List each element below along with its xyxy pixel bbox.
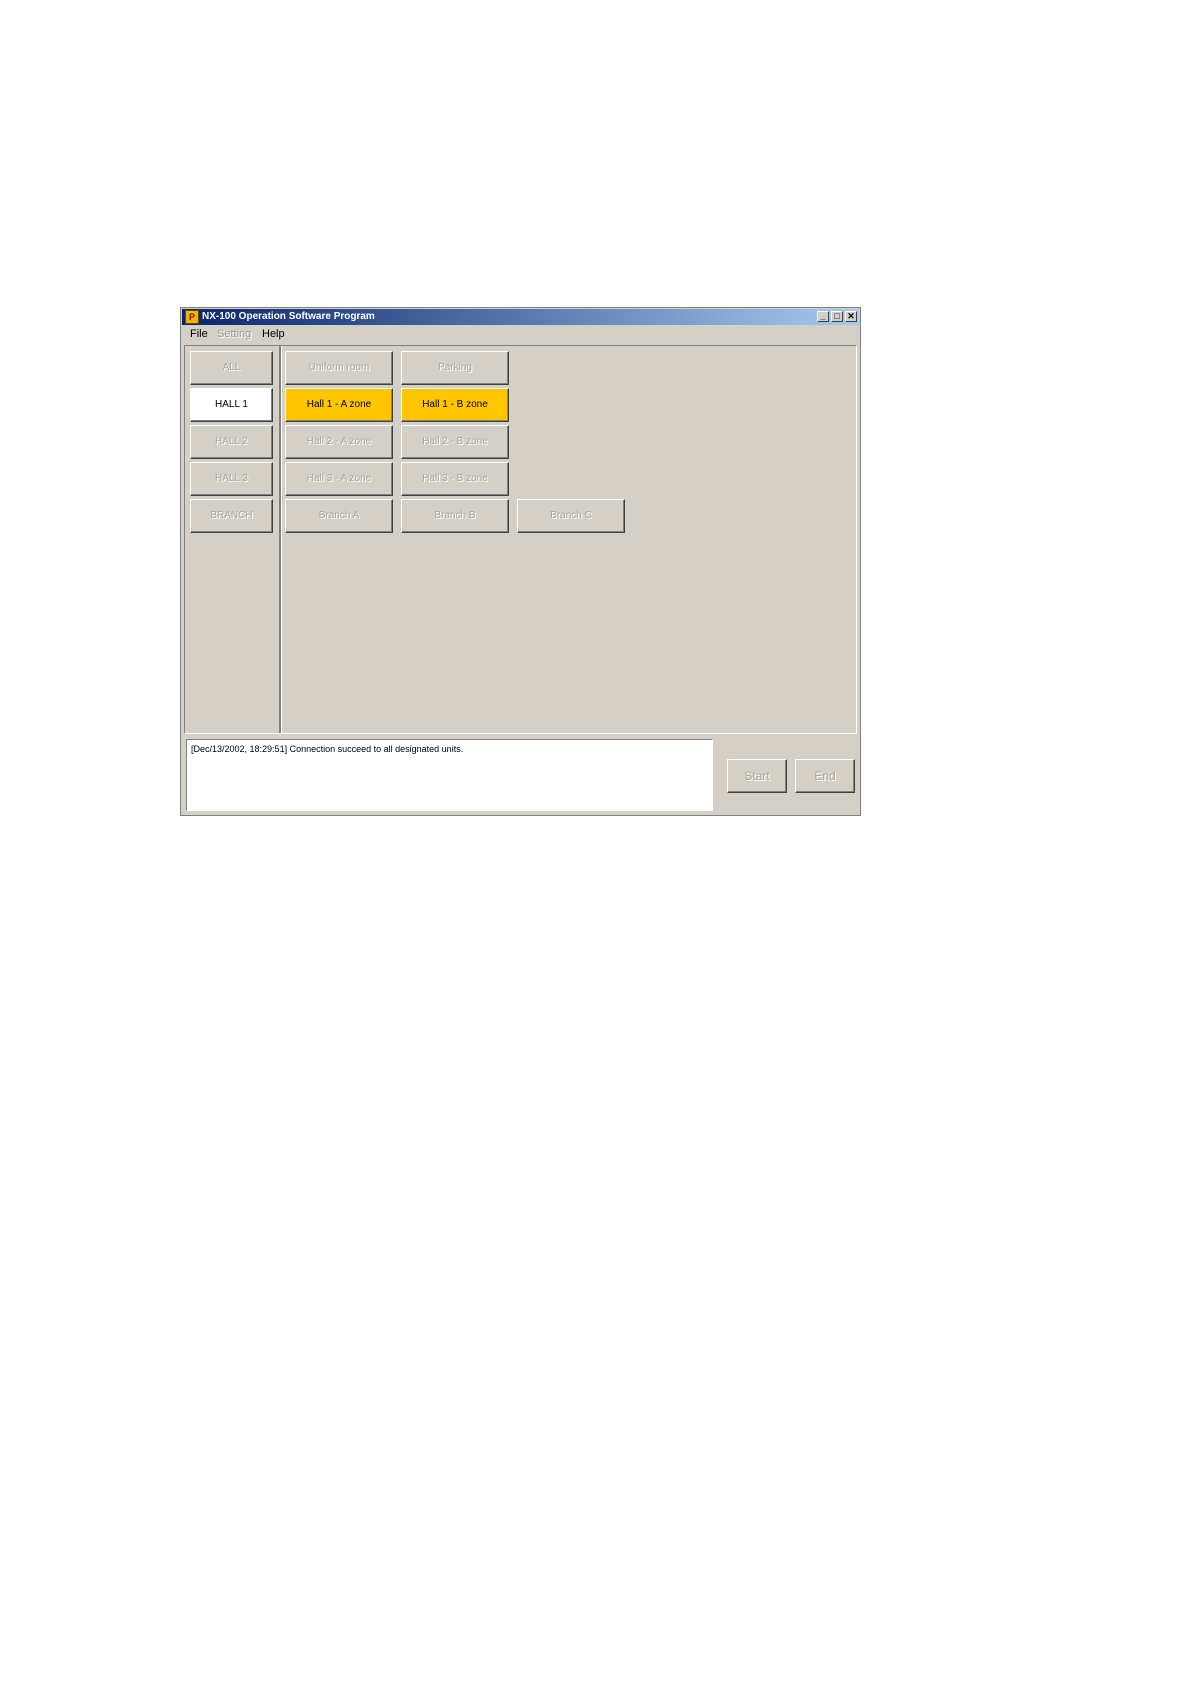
group-button-all[interactable]: ALL <box>190 351 273 385</box>
group-button-branch[interactable]: BRANCH <box>190 499 273 533</box>
zone-button-uniform-room[interactable]: Uniform room <box>285 351 393 385</box>
group-button-hall2[interactable]: HALL 2 <box>190 425 273 459</box>
menu-help[interactable]: Help <box>262 328 285 340</box>
zone-button-parking[interactable]: Parking <box>401 351 509 385</box>
main-panel: ALL HALL 1 HALL 2 HALL 3 BRANCH Uniform … <box>184 345 857 734</box>
close-icon[interactable]: ✕ <box>845 311 857 322</box>
zone-button-hall1-b[interactable]: Hall 1 - B zone <box>401 388 509 422</box>
zone-button-hall2-a[interactable]: Hall 2 - A zone <box>285 425 393 459</box>
app-window: P NX-100 Operation Software Program _ □ … <box>180 307 861 816</box>
group-panel: ALL HALL 1 HALL 2 HALL 3 BRANCH <box>185 346 282 733</box>
zone-button-hall3-a[interactable]: Hall 3 - A zone <box>285 462 393 496</box>
menu-setting[interactable]: Setting <box>217 328 251 340</box>
menu-bar: File Setting Help <box>182 326 859 344</box>
maximize-icon[interactable]: □ <box>831 311 843 322</box>
end-button[interactable]: End <box>795 759 855 793</box>
zone-button-branch-c[interactable]: Branch C <box>517 499 625 533</box>
zone-button-branch-a[interactable]: Branch A <box>285 499 393 533</box>
group-button-hall1[interactable]: HALL 1 <box>190 388 273 422</box>
status-log[interactable]: [Dec/13/2002, 18:29:51] Connection succe… <box>186 739 713 811</box>
zone-button-hall1-a[interactable]: Hall 1 - A zone <box>285 388 393 422</box>
minimize-icon[interactable]: _ <box>817 311 829 322</box>
log-message: [Dec/13/2002, 18:29:51] Connection succe… <box>191 744 464 754</box>
menu-file[interactable]: File <box>190 328 208 340</box>
start-button[interactable]: Start <box>727 759 787 793</box>
window-title: NX-100 Operation Software Program <box>202 311 375 322</box>
zone-button-branch-b[interactable]: Branch B <box>401 499 509 533</box>
zone-button-hall2-b[interactable]: Hall 2 - B zone <box>401 425 509 459</box>
app-icon[interactable]: P <box>185 310 199 324</box>
zone-button-hall3-b[interactable]: Hall 3 - B zone <box>401 462 509 496</box>
title-bar[interactable]: P NX-100 Operation Software Program _ □ … <box>182 309 859 325</box>
group-button-hall3[interactable]: HALL 3 <box>190 462 273 496</box>
